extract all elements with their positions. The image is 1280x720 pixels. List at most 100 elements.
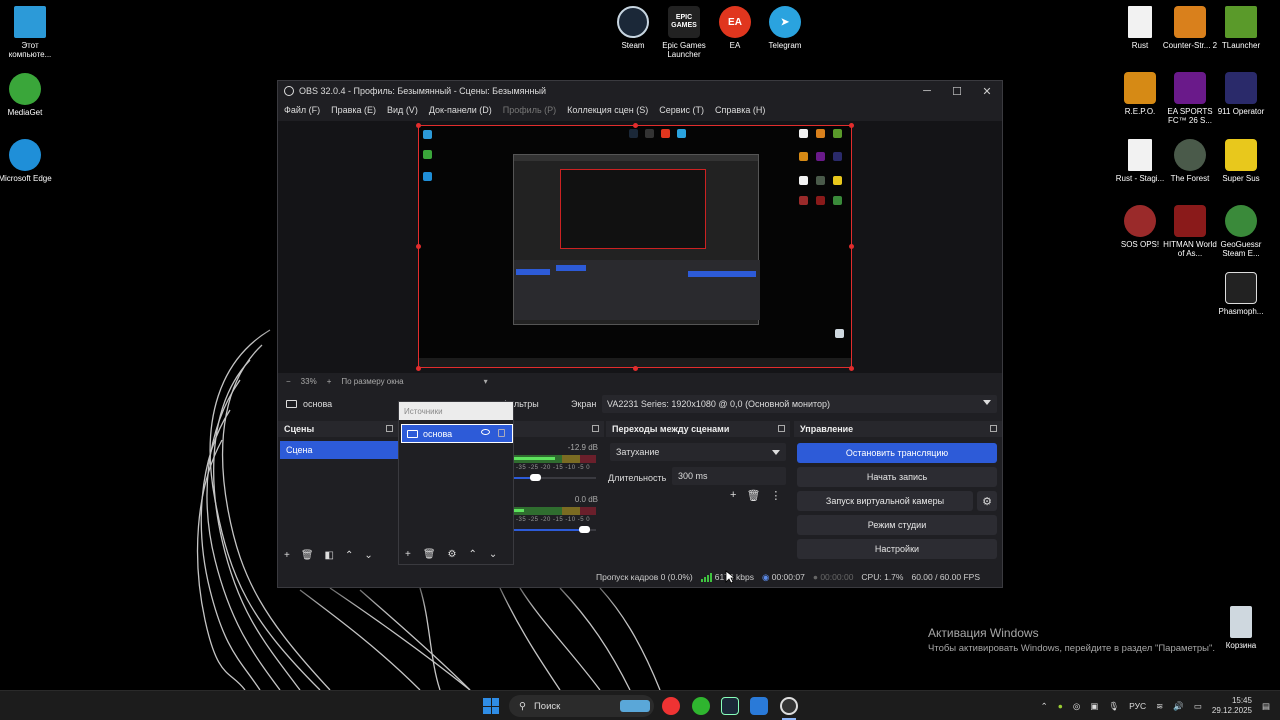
wifi-icon[interactable]: ≋ [1156,701,1163,712]
tray-app-icon[interactable]: ● [1058,701,1063,711]
volume-slider[interactable] [514,474,596,481]
trash-icon[interactable]: 🗑 [301,550,314,561]
menu-view[interactable]: Вид (V) [387,105,418,115]
language-indicator[interactable]: РУС [1129,701,1146,711]
undock-icon[interactable] [778,425,785,432]
window-title: OBS 32.0.4 - Профиль: Безымянный - Сцены… [299,86,546,96]
volume-slider[interactable] [514,526,596,533]
move-down-icon[interactable]: ⌄ [364,550,372,561]
close-button[interactable]: ✕ [972,81,1002,101]
the-forest-icon [1174,139,1206,171]
resize-handle[interactable] [416,123,421,128]
trash-icon[interactable]: 🗑 [746,489,760,502]
scenes-header: Сцены [278,421,398,437]
mini-desktop-icon [677,129,686,138]
resize-handle[interactable] [849,366,854,371]
move-up-icon[interactable]: ⌃ [345,550,353,561]
move-up-icon[interactable]: ⌃ [469,549,477,560]
notification-icon[interactable]: ▤ [1262,701,1270,712]
taskbar-search[interactable]: ⚲ Поиск [509,695,654,717]
desktop-icon-telegram[interactable]: ➤ Telegram [755,6,815,50]
add-icon[interactable]: + [405,549,411,560]
obs-window: OBS 32.0.4 - Профиль: Безымянный - Сцены… [277,80,1003,588]
undock-icon[interactable] [386,425,393,432]
gear-icon[interactable]: ⚙ [448,549,457,560]
more-vertical-icon[interactable]: ⋮ [770,489,781,502]
display-capture-source[interactable] [418,125,852,368]
undock-icon[interactable] [592,425,599,432]
sources-header[interactable]: Источники [399,402,513,420]
desktop-app-icon[interactable] [750,697,768,715]
chevron-down-icon[interactable]: ▾ [484,377,488,386]
desktop-icon-recycle-bin[interactable]: Корзина [1211,606,1271,650]
controls-dock: Управление Остановить трансляцию Начать … [794,421,1002,565]
mini-desktop-icon [423,150,432,159]
desktop-icon-super-sus[interactable]: Super Sus [1211,139,1271,183]
desktop-icon-phasmophobia[interactable]: Phasmoph... [1211,272,1271,316]
xbox-icon[interactable] [692,697,710,715]
desktop-icon-geoguessr[interactable]: GeoGuessr Steam E... [1211,205,1271,258]
screen-select[interactable]: VA2231 Series: 1920x1080 @ 0,0 (Основной… [602,395,997,413]
start-recording-button[interactable]: Начать запись [797,467,997,487]
obs-titlebar[interactable]: OBS 32.0.4 - Профиль: Безымянный - Сцены… [278,81,1002,101]
menu-help[interactable]: Справка (H) [715,105,765,115]
mini-desktop-icon [816,129,825,138]
desktop-icon-edge[interactable]: Microsoft Edge [0,139,55,183]
start-virtual-camera-button[interactable]: Запуск виртуальной камеры [797,491,973,511]
desktop-icon-this-pc[interactable]: Этот компьюте... [0,6,60,59]
resize-handle[interactable] [416,366,421,371]
clock[interactable]: 15:45 29.12.2025 [1212,696,1252,716]
transition-select[interactable]: Затухание [610,443,786,461]
preview-area[interactable] [278,121,1002,373]
resize-handle[interactable] [416,244,421,249]
menu-edit[interactable]: Правка (E) [331,105,376,115]
source-item[interactable]: основа [401,424,513,443]
zoom-out-button[interactable]: − [286,377,291,386]
transitions-toolbar: + 🗑 ⋮ [730,489,781,502]
resize-handle[interactable] [633,123,638,128]
resize-handle[interactable] [849,123,854,128]
volume-icon[interactable]: 🔊 [1173,701,1184,712]
filter-icon[interactable]: ◧ [325,550,334,561]
duration-spinbox[interactable]: 300 ms [672,467,786,485]
zoom-in-button[interactable]: + [327,377,332,386]
mini-desktop-icon [799,152,808,161]
move-down-icon[interactable]: ⌄ [489,549,497,560]
menu-scene-collection[interactable]: Коллекция сцен (S) [567,105,648,115]
clock-time: 15:45 [1231,696,1252,705]
resize-handle[interactable] [633,366,638,371]
steam-taskbar-icon[interactable] [721,697,739,715]
ea-fc-icon [1174,72,1206,104]
maximize-button[interactable]: ☐ [942,81,972,101]
menu-docks[interactable]: Док-панели (D) [429,105,492,115]
scene-item[interactable]: Сцена [280,441,398,459]
duration-label: Длительность [608,473,667,483]
settings-button[interactable]: Настройки [797,539,997,559]
windows-start-icon[interactable] [483,698,499,714]
trash-icon[interactable]: 🗑 [423,549,436,560]
steam-tray-icon[interactable]: ◎ [1073,701,1080,712]
add-icon[interactable]: + [284,550,290,561]
display-icon[interactable]: ▣ [1090,701,1098,712]
desktop-icon-911-operator[interactable]: 911 Operator [1211,72,1271,116]
stop-streaming-button[interactable]: Остановить трансляцию [797,443,997,463]
undock-icon[interactable] [990,425,997,432]
recycle-bin-icon [1230,606,1252,638]
studio-mode-button[interactable]: Режим студии [797,515,997,535]
obs-taskbar-icon[interactable] [780,697,798,715]
yandex-browser-icon[interactable] [662,697,680,715]
battery-icon[interactable]: ▭ [1194,701,1202,712]
desktop-icon-tlauncher[interactable]: TLauncher [1211,6,1271,50]
lock-icon[interactable] [498,429,505,437]
menu-tools[interactable]: Сервис (T) [659,105,704,115]
gear-icon[interactable]: ⚙ [977,491,997,511]
chevron-up-icon[interactable]: ⌃ [1041,701,1048,712]
microphone-icon[interactable]: 🎙 [1108,701,1119,712]
add-icon[interactable]: + [730,489,736,502]
menu-file[interactable]: Файл (F) [284,105,320,115]
resize-handle[interactable] [849,244,854,249]
desktop-icon-mediaget[interactable]: MediaGet [0,73,55,117]
zoom-mode-dropdown[interactable]: По размеру окна [341,377,403,386]
visibility-eye-icon[interactable] [481,429,490,435]
minimize-button[interactable]: ─ [912,81,942,101]
